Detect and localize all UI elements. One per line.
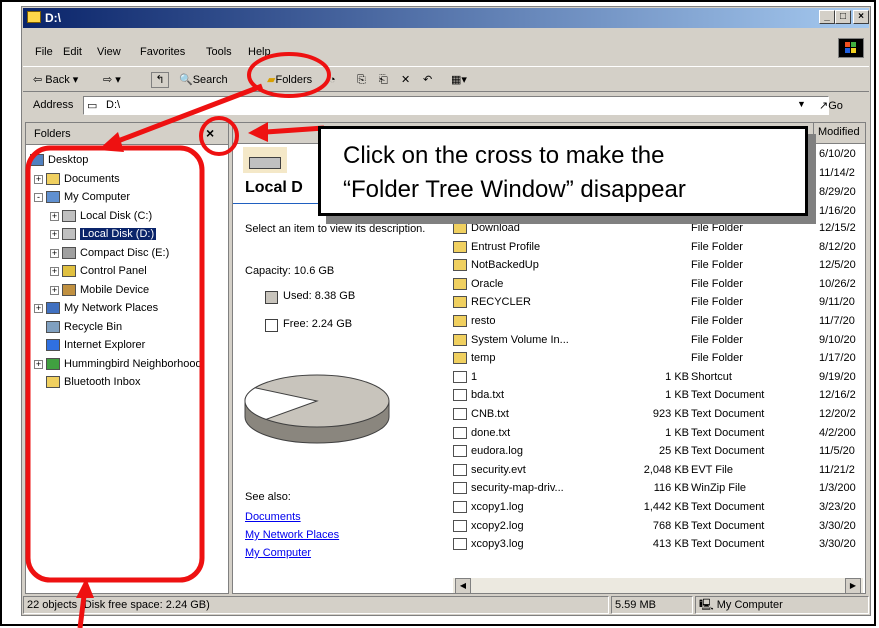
- cross-arrowhead: [248, 122, 268, 142]
- annotation-layer: [25, 52, 331, 628]
- callout-line-1: Click on the cross to make the: [343, 142, 665, 169]
- bottom-arrow: [77, 595, 87, 628]
- cross-arrow: [265, 125, 325, 135]
- close-cross-highlight: [199, 116, 239, 156]
- instruction-callout: Click on the cross to make the “Folder T…: [318, 126, 808, 216]
- callout-line-2: “Folder Tree Window” disappear: [343, 176, 686, 203]
- folders-arrow: [109, 83, 263, 147]
- folders-arrowhead: [98, 132, 124, 152]
- folder-tree-highlight: [25, 145, 205, 583]
- folders-button-highlight: [247, 52, 331, 98]
